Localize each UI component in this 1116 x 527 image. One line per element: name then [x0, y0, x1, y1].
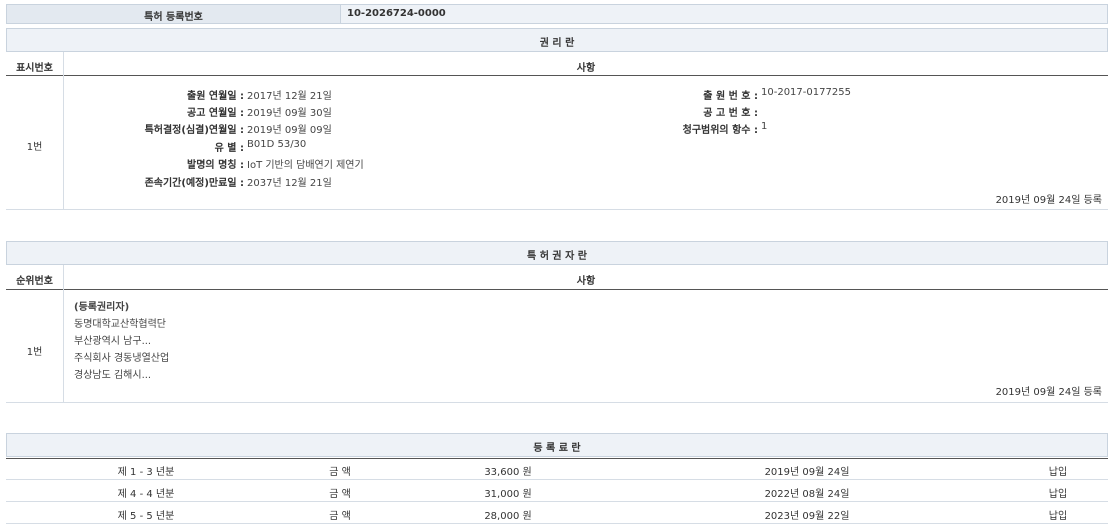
fee-row-amount-label: 금 액: [290, 485, 390, 500]
fee-row-date: 2023년 09월 22일: [737, 507, 877, 522]
fee-row-status: 납입: [1028, 463, 1088, 478]
fees-section-title: 등 록 료 란: [6, 439, 1108, 454]
registration-number-value: 10-2026724-0000: [347, 8, 446, 19]
field-label-expiry-date: 존속기간(예정)만료일 :: [4, 174, 244, 189]
field-value-decision-date: 2019년 09월 09일: [247, 121, 332, 136]
fee-row-date: 2019년 09월 24일: [737, 463, 877, 478]
holder-line-address-1: 부산광역시 남구...: [74, 332, 151, 347]
rights-bottom-border: [6, 209, 1108, 210]
rights-col-no-header: 표시번호: [6, 59, 63, 74]
holders-registration-date: 2019년 09월 24일 등록: [996, 383, 1102, 398]
holders-col-item-header: 사항: [64, 272, 1108, 287]
field-label-invention-title: 발명의 명칭 :: [4, 156, 244, 171]
rights-section-title: 권 리 란: [6, 34, 1108, 49]
fee-row-divider: [6, 501, 1108, 502]
field-value-invention-title: IoT 기반의 담배연기 제연기: [247, 156, 364, 171]
field-value-claims-count: 1: [761, 121, 767, 132]
fee-row-amount: 28,000 원: [448, 507, 568, 522]
registration-number-label: 특허 등록번호: [6, 8, 341, 23]
rights-registration-date: 2019년 09월 24일 등록: [996, 191, 1102, 206]
field-value-expiry-date: 2037년 12월 21일: [247, 174, 332, 189]
fee-row-status: 납입: [1028, 507, 1088, 522]
field-value-application-number: 10-2017-0177255: [761, 87, 851, 98]
field-label-decision-date: 특허결정(심결)연월일 :: [4, 121, 244, 136]
fee-row-term: 제 1 - 3 년분: [66, 463, 226, 478]
rights-header-divider: [6, 75, 1108, 76]
field-value-classification: B01D 53/30: [247, 139, 306, 150]
field-label-application-date: 출원 연월일 :: [4, 87, 244, 102]
holders-column-divider: [63, 265, 64, 403]
fee-row-amount-label: 금 액: [290, 463, 390, 478]
holders-col-no-header: 순위번호: [6, 272, 63, 287]
holder-line-name-2: 주식회사 경동냉열산업: [74, 349, 169, 364]
fees-header-divider: [6, 458, 1108, 459]
fee-row-amount-label: 금 액: [290, 507, 390, 522]
fee-row-status: 납입: [1028, 485, 1088, 500]
holder-line-address-2: 경상남도 김해시...: [74, 366, 151, 381]
fees-bottom-border: [6, 523, 1108, 524]
fee-row-date: 2022년 08월 24일: [737, 485, 877, 500]
fee-row-term: 제 5 - 5 년분: [66, 507, 226, 522]
field-label-claims-count: 청구범위의 항수 :: [518, 121, 758, 136]
field-label-publication-date: 공고 연월일 :: [4, 104, 244, 119]
holders-bottom-border: [6, 402, 1108, 403]
field-label-application-number: 출 원 번 호 :: [518, 87, 758, 102]
field-value-publication-date: 2019년 09월 30일: [247, 104, 332, 119]
holder-line-name-1: 동명대학교산학협력단: [74, 315, 166, 330]
fee-row-divider: [6, 479, 1108, 480]
holders-row-number: 1번: [6, 343, 63, 358]
holders-section-title: 특 허 권 자 란: [6, 247, 1108, 262]
field-label-classification: 유 별 :: [4, 139, 244, 154]
field-value-application-date: 2017년 12월 21일: [247, 87, 332, 102]
holders-header-divider: [6, 289, 1108, 290]
fee-row-amount: 33,600 원: [448, 463, 568, 478]
field-label-publication-number: 공 고 번 호 :: [518, 104, 758, 119]
fee-row-term: 제 4 - 4 년분: [66, 485, 226, 500]
fee-row-amount: 31,000 원: [448, 485, 568, 500]
holder-line-role: (등록권리자): [74, 298, 129, 313]
rights-col-item-header: 사항: [64, 59, 1108, 74]
